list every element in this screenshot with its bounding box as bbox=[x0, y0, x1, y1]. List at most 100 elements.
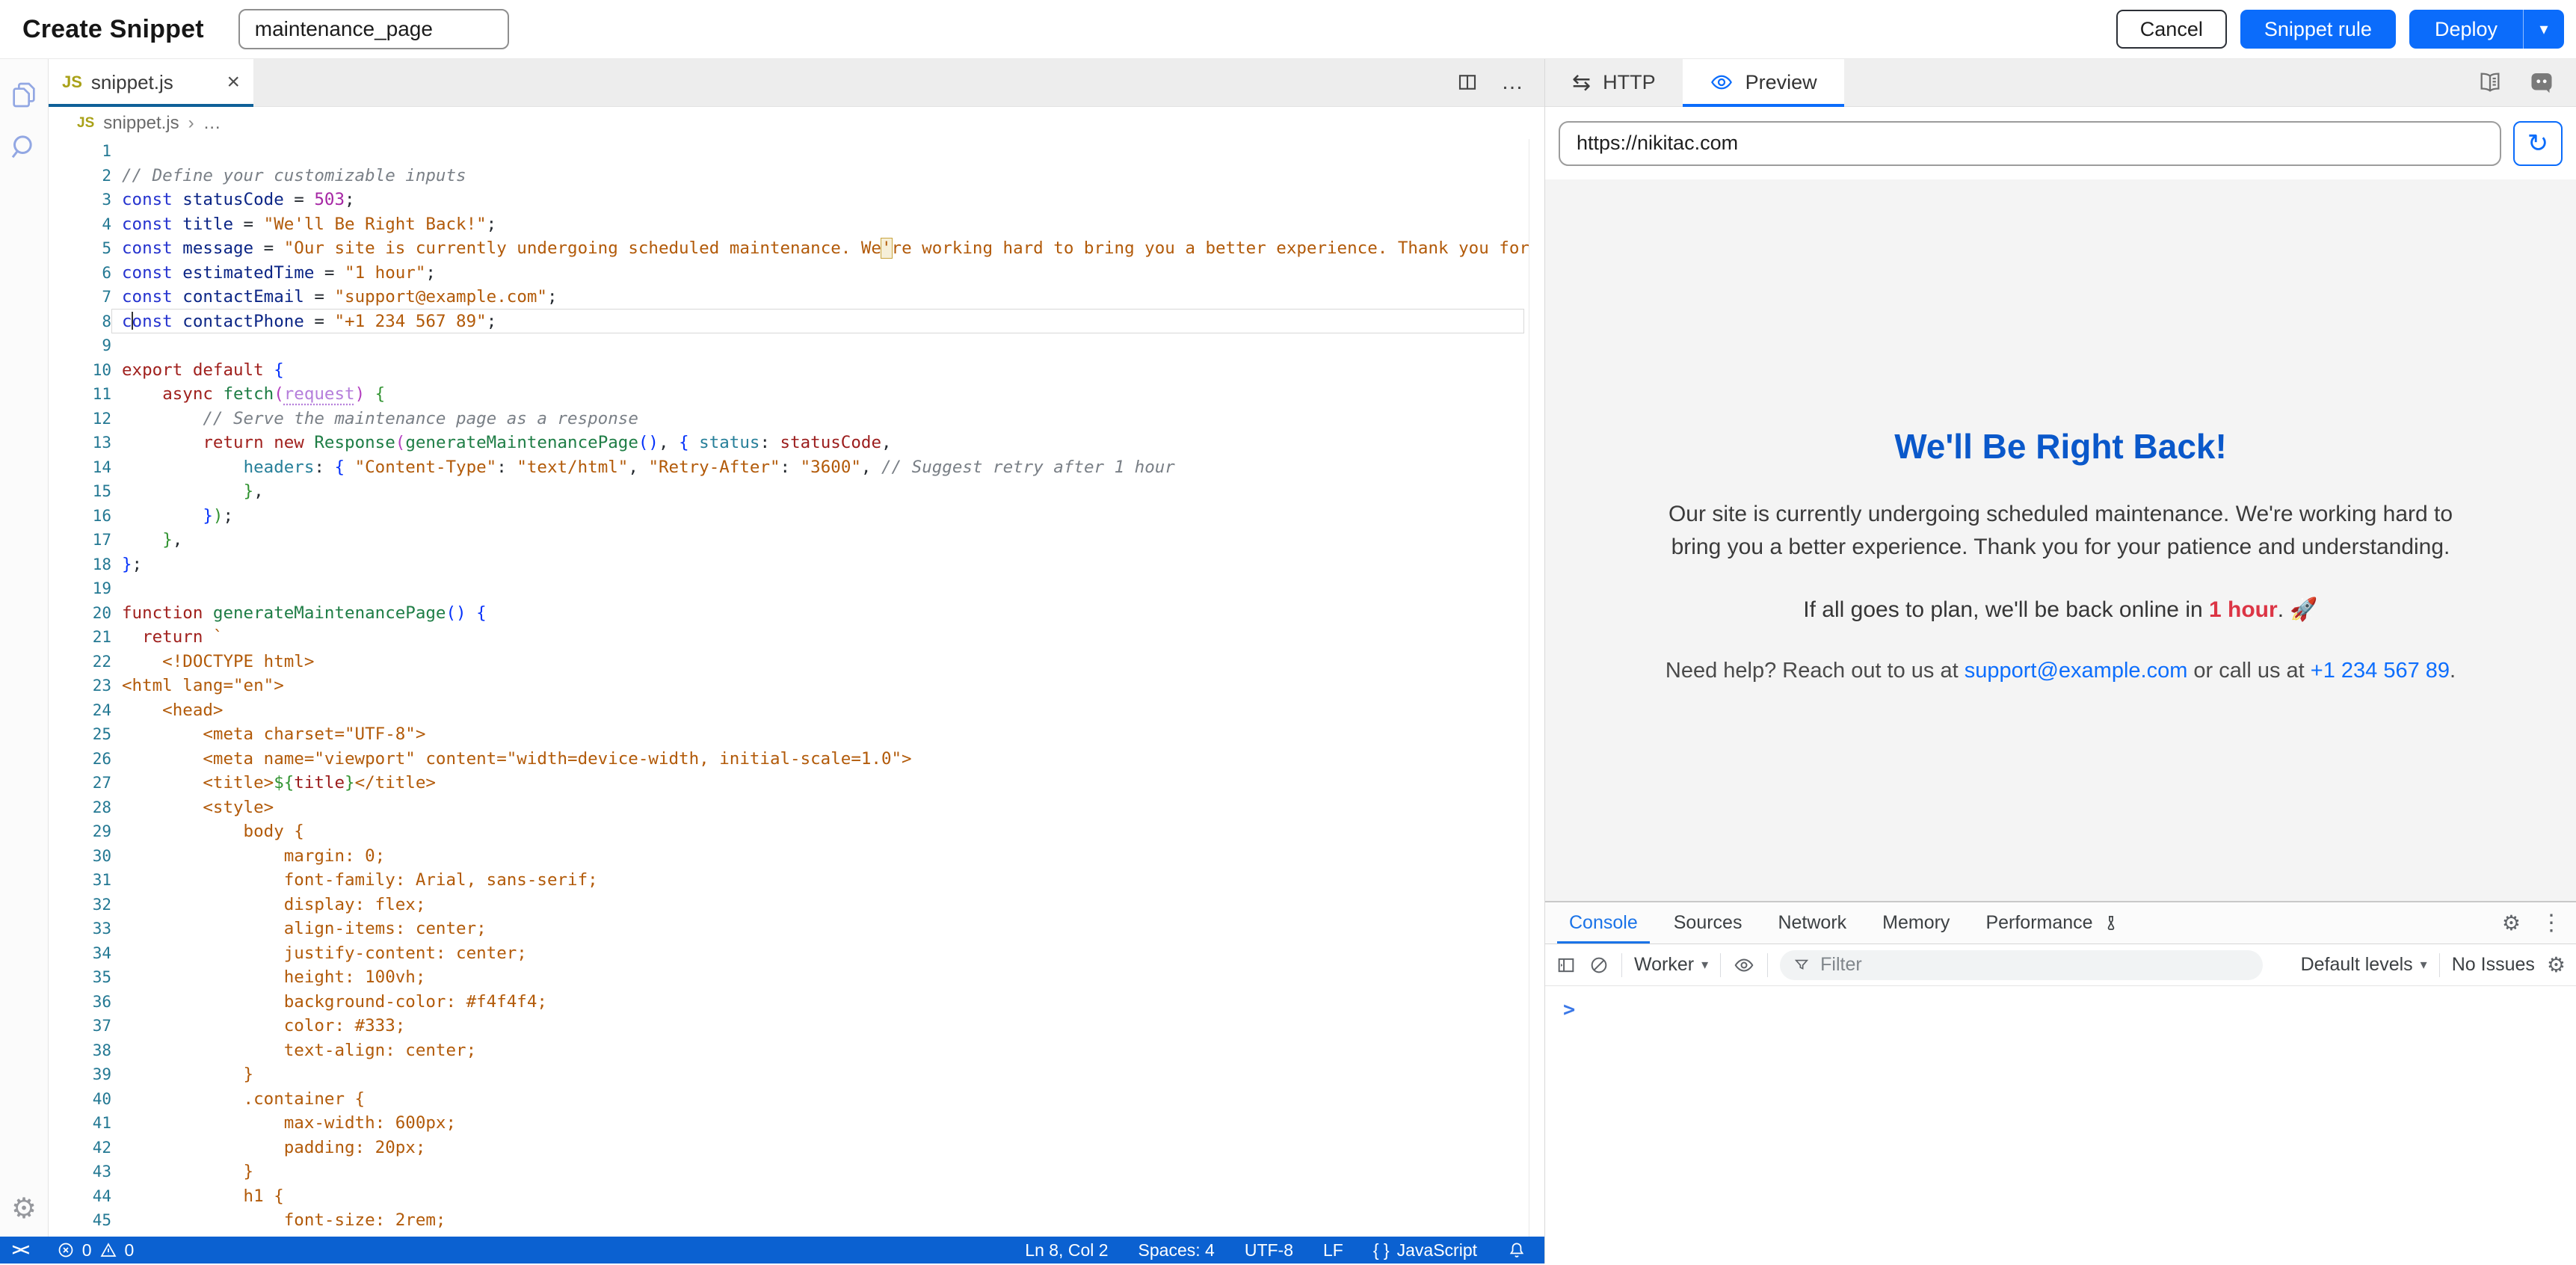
code-line[interactable]: 39 } bbox=[49, 1062, 1529, 1087]
console-messages[interactable]: > bbox=[1545, 986, 2576, 1021]
code-line[interactable]: 3const statusCode = 503; bbox=[49, 188, 1529, 212]
code-line[interactable]: 8const contactPhone = "+1 234 567 89"; bbox=[49, 310, 1529, 334]
code-line[interactable]: 27 <title>${title}</title> bbox=[49, 771, 1529, 795]
tab-network[interactable]: Network bbox=[1760, 902, 1864, 944]
code-line[interactable]: 38 text-align: center; bbox=[49, 1038, 1529, 1063]
snippet-name-input[interactable] bbox=[238, 9, 509, 49]
devtools-settings-icon[interactable]: ⚙ bbox=[2502, 913, 2521, 934]
indentation[interactable]: Spaces: 4 bbox=[1138, 1240, 1215, 1261]
code-line[interactable]: 41 max-width: 600px; bbox=[49, 1111, 1529, 1136]
breadcrumb[interactable]: JS snippet.js › … bbox=[49, 107, 1573, 139]
deploy-dropdown-button[interactable]: ▾ bbox=[2523, 10, 2564, 49]
tab-performance[interactable]: Performance bbox=[1968, 902, 2137, 944]
code-line[interactable]: 30 margin: 0; bbox=[49, 844, 1529, 869]
code-line[interactable]: 11 async fetch(request) { bbox=[49, 382, 1529, 407]
code-line[interactable]: 36 background-color: #f4f4f4; bbox=[49, 990, 1529, 1015]
breadcrumb-file[interactable]: snippet.js bbox=[103, 113, 179, 134]
code-line[interactable]: 31 font-family: Arial, sans-serif; bbox=[49, 868, 1529, 893]
code-line[interactable]: 4const title = "We'll Be Right Back!"; bbox=[49, 212, 1529, 237]
code-line[interactable]: 9 bbox=[49, 333, 1529, 358]
code-line[interactable]: 19 bbox=[49, 576, 1529, 601]
code-line[interactable]: 44 h1 { bbox=[49, 1184, 1529, 1209]
console-filter-input[interactable]: Filter bbox=[1780, 950, 2263, 980]
settings-gear-icon[interactable]: ⚙ bbox=[0, 1186, 48, 1231]
console-settings-icon[interactable]: ⚙ bbox=[2547, 955, 2566, 976]
log-levels-dropdown[interactable]: Default levels ▾ bbox=[2301, 954, 2427, 976]
code-line[interactable]: 45 font-size: 2rem; bbox=[49, 1208, 1529, 1233]
code-line[interactable]: 17 }, bbox=[49, 528, 1529, 553]
support-email-link[interactable]: support@example.com bbox=[1965, 659, 2188, 683]
language-mode[interactable]: { } JavaScript bbox=[1373, 1240, 1477, 1261]
code-line[interactable]: 12 // Serve the maintenance page as a re… bbox=[49, 407, 1529, 431]
code-line[interactable]: 28 <style> bbox=[49, 795, 1529, 820]
tab-memory[interactable]: Memory bbox=[1864, 902, 1968, 944]
code-line[interactable]: 15 }, bbox=[49, 479, 1529, 504]
code-line[interactable]: 20function generateMaintenancePage() { bbox=[49, 601, 1529, 626]
breadcrumb-more[interactable]: … bbox=[203, 113, 221, 134]
deploy-button[interactable]: Deploy bbox=[2409, 10, 2523, 49]
tab-snippet-js[interactable]: JS snippet.js × bbox=[49, 58, 253, 106]
tab-http[interactable]: ⇆ HTTP bbox=[1545, 58, 1683, 106]
code-line[interactable]: 24 <head> bbox=[49, 698, 1529, 723]
code-line[interactable]: 25 <meta charset="UTF-8"> bbox=[49, 722, 1529, 747]
code-line[interactable]: 5const message = "Our site is currently … bbox=[49, 236, 1529, 261]
code-line[interactable]: 18}; bbox=[49, 553, 1529, 577]
code-line[interactable]: 13 return new Response(generateMaintenan… bbox=[49, 431, 1529, 455]
bell-icon[interactable] bbox=[1507, 1240, 1526, 1260]
code-line[interactable]: 26 <meta name="viewport" content="width=… bbox=[49, 747, 1529, 772]
code-line[interactable]: 2// Define your customizable inputs bbox=[49, 164, 1529, 188]
line-number: 12 bbox=[49, 407, 111, 431]
close-icon[interactable]: × bbox=[227, 71, 240, 93]
code-line[interactable]: 22 <!DOCTYPE html> bbox=[49, 650, 1529, 674]
code-line[interactable]: 23<html lang="en"> bbox=[49, 674, 1529, 698]
console-sidebar-icon[interactable] bbox=[1556, 955, 1577, 976]
code-line[interactable]: 16 }); bbox=[49, 504, 1529, 529]
code-line[interactable]: 40 .container { bbox=[49, 1087, 1529, 1112]
code-line[interactable]: 32 display: flex; bbox=[49, 893, 1529, 917]
search-icon[interactable] bbox=[0, 121, 48, 173]
encoding[interactable]: UTF-8 bbox=[1245, 1240, 1293, 1261]
line-number: 18 bbox=[49, 553, 111, 577]
help-mid: or call us at bbox=[2187, 659, 2310, 683]
panel-divider[interactable] bbox=[1544, 58, 1545, 1264]
cursor-position[interactable]: Ln 8, Col 2 bbox=[1025, 1240, 1108, 1261]
problems-status[interactable]: 0 0 bbox=[57, 1240, 135, 1261]
code-editor[interactable]: 12// Define your customizable inputs3con… bbox=[49, 139, 1529, 1264]
issues-counter[interactable]: No Issues bbox=[2452, 954, 2535, 976]
context-selector[interactable]: Worker ▾ bbox=[1634, 954, 1708, 976]
code-line[interactable]: 42 padding: 20px; bbox=[49, 1136, 1529, 1160]
code-line[interactable]: 6const estimatedTime = "1 hour"; bbox=[49, 261, 1529, 286]
eol-sequence[interactable]: LF bbox=[1323, 1240, 1343, 1261]
tab-console[interactable]: Console bbox=[1551, 902, 1656, 944]
tab-sources[interactable]: Sources bbox=[1656, 902, 1760, 944]
code-line[interactable]: 35 height: 100vh; bbox=[49, 965, 1529, 990]
snippet-rule-button[interactable]: Snippet rule bbox=[2240, 10, 2396, 49]
statusbar-right: Ln 8, Col 2 Spaces: 4 UTF-8 LF { } JavaS… bbox=[1025, 1240, 1544, 1261]
line-number: 27 bbox=[49, 771, 111, 795]
code-line[interactable]: 37 color: #333; bbox=[49, 1014, 1529, 1038]
kebab-menu-icon[interactable]: ⋮ bbox=[2540, 912, 2563, 935]
divider bbox=[1621, 953, 1622, 977]
live-expression-eye-icon[interactable] bbox=[1733, 954, 1755, 976]
code-line[interactable]: 1 bbox=[49, 139, 1529, 164]
code-line[interactable]: 7const contactEmail = "support@example.c… bbox=[49, 285, 1529, 310]
code-line[interactable]: 10export default { bbox=[49, 358, 1529, 383]
clear-console-icon[interactable] bbox=[1589, 955, 1609, 976]
split-editor-icon[interactable] bbox=[1456, 71, 1479, 93]
code-line[interactable]: 14 headers: { "Content-Type": "text/html… bbox=[49, 455, 1529, 480]
remote-indicator-icon[interactable]: >< bbox=[0, 1240, 45, 1260]
code-line[interactable]: 33 align-items: center; bbox=[49, 917, 1529, 941]
discord-icon[interactable] bbox=[2528, 69, 2555, 96]
tab-preview[interactable]: Preview bbox=[1683, 58, 1844, 106]
reload-button[interactable]: ↻ bbox=[2513, 121, 2563, 166]
code-line[interactable]: 43 } bbox=[49, 1160, 1529, 1184]
phone-link[interactable]: +1 234 567 89 bbox=[2311, 659, 2450, 683]
url-input[interactable] bbox=[1559, 121, 2501, 166]
docs-book-icon[interactable] bbox=[2477, 70, 2503, 95]
cancel-button[interactable]: Cancel bbox=[2116, 10, 2227, 49]
code-line[interactable]: 29 body { bbox=[49, 819, 1529, 844]
code-line[interactable]: 21 return ` bbox=[49, 625, 1529, 650]
files-icon[interactable] bbox=[0, 69, 48, 121]
more-actions-icon[interactable]: … bbox=[1501, 70, 1525, 95]
code-line[interactable]: 34 justify-content: center; bbox=[49, 941, 1529, 966]
